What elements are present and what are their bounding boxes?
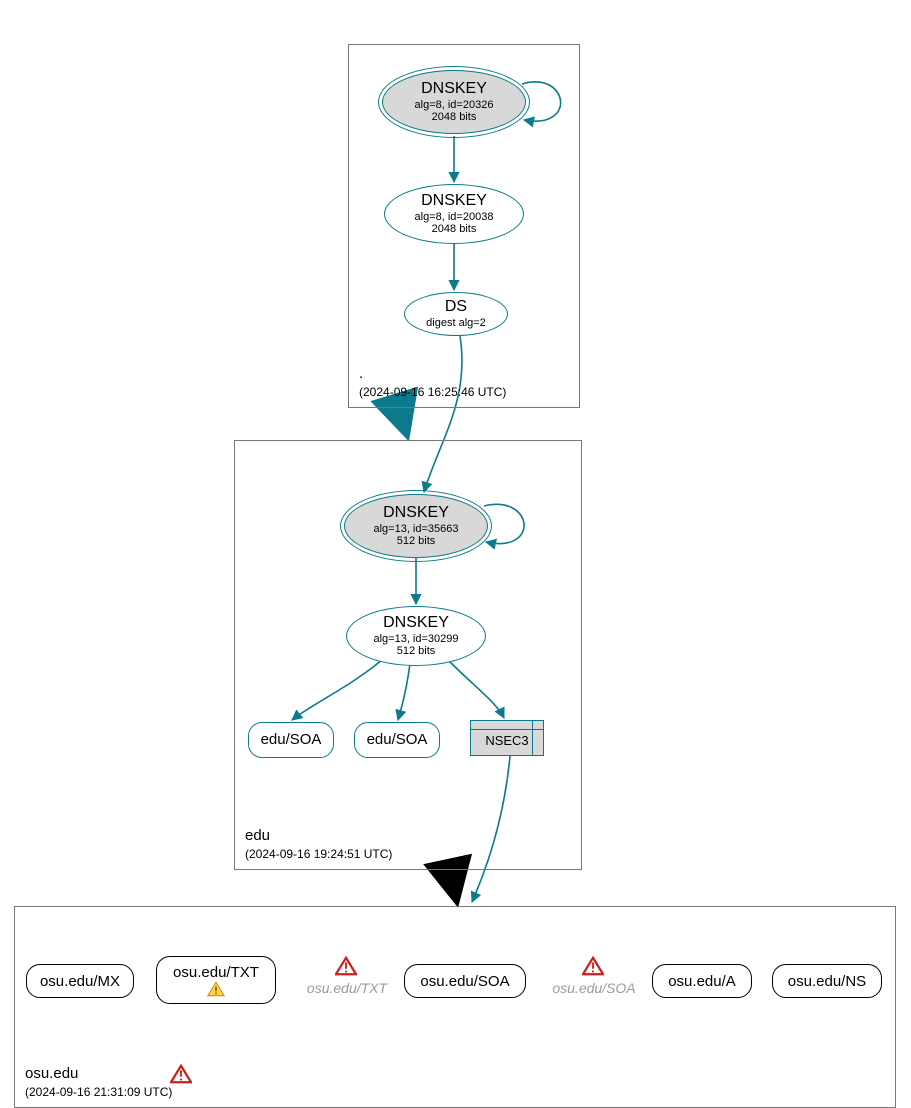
- root-ksk-sub1: alg=8, id=20326: [415, 99, 494, 112]
- edu-zsk-sub2: 512 bits: [397, 645, 436, 658]
- node-osu-soa: osu.edu/SOA: [404, 964, 526, 998]
- zone-osu-ts: (2024-09-16 21:31:09 UTC): [25, 1085, 172, 1101]
- zone-osu-name: osu.edu: [25, 1064, 172, 1084]
- node-edu-zsk: DNSKEY alg=13, id=30299 512 bits: [346, 606, 486, 666]
- edu-soa1-label: edu/SOA: [261, 731, 322, 748]
- root-zsk-sub1: alg=8, id=20038: [415, 211, 494, 224]
- osu-soa-label: osu.edu/SOA: [420, 973, 509, 990]
- edu-nsec3-label: NSEC3: [471, 733, 543, 748]
- node-osu-a: osu.edu/A: [652, 964, 752, 998]
- edu-ksk-sub2: 512 bits: [397, 535, 436, 548]
- warning-icon: [207, 981, 225, 997]
- edge-edu-to-osu-zone: [450, 870, 456, 898]
- node-root-ksk: DNSKEY alg=8, id=20326 2048 bits: [382, 70, 526, 134]
- zone-edu-name: edu: [245, 826, 392, 846]
- node-root-ds: DS digest alg=2: [404, 292, 508, 336]
- edu-soa2-label: edu/SOA: [367, 731, 428, 748]
- zone-root-ts: (2024-09-16 16:25:46 UTC): [359, 385, 506, 401]
- node-edu-ksk: DNSKEY alg=13, id=35663 512 bits: [344, 494, 488, 558]
- node-edu-nsec3: NSEC3: [470, 720, 544, 756]
- node-root-zsk: DNSKEY alg=8, id=20038 2048 bits: [384, 184, 524, 244]
- edu-ksk-sub1: alg=13, id=35663: [373, 523, 458, 536]
- zone-edu-ts: (2024-09-16 19:24:51 UTC): [245, 847, 392, 863]
- root-ksk-sub2: 2048 bits: [432, 111, 477, 124]
- node-osu-txt-ghost: osu.edu/TXT: [304, 980, 390, 996]
- node-edu-soa2: edu/SOA: [354, 722, 440, 758]
- node-osu-mx: osu.edu/MX: [26, 964, 134, 998]
- zone-root-name: .: [359, 364, 506, 384]
- zone-osu: osu.edu (2024-09-16 21:31:09 UTC): [14, 906, 896, 1108]
- osu-mx-label: osu.edu/MX: [40, 973, 120, 990]
- root-ds-sub1: digest alg=2: [426, 317, 486, 330]
- root-zsk-sub2: 2048 bits: [432, 223, 477, 236]
- root-zsk-title: DNSKEY: [421, 192, 487, 210]
- edu-zsk-sub1: alg=13, id=30299: [373, 633, 458, 646]
- osu-a-label: osu.edu/A: [668, 973, 736, 990]
- edge-root-to-edu-zone: [398, 406, 406, 432]
- diagram-canvas: . (2024-09-16 16:25:46 UTC) DNSKEY alg=8…: [0, 0, 911, 1108]
- warning-icon: [582, 956, 604, 976]
- edu-zsk-title: DNSKEY: [383, 614, 449, 632]
- root-ksk-title: DNSKEY: [421, 80, 487, 98]
- osu-ns-label: osu.edu/NS: [788, 973, 866, 990]
- node-osu-soa-ghost: osu.edu/SOA: [548, 980, 640, 996]
- node-osu-ns: osu.edu/NS: [772, 964, 882, 998]
- root-ds-title: DS: [445, 298, 467, 316]
- edu-ksk-title: DNSKEY: [383, 504, 449, 522]
- warning-icon: [170, 1064, 192, 1084]
- warning-icon: [335, 956, 357, 976]
- osu-txt-label: osu.edu/TXT: [173, 964, 259, 981]
- node-osu-txt: osu.edu/TXT: [156, 956, 276, 1004]
- node-edu-soa1: edu/SOA: [248, 722, 334, 758]
